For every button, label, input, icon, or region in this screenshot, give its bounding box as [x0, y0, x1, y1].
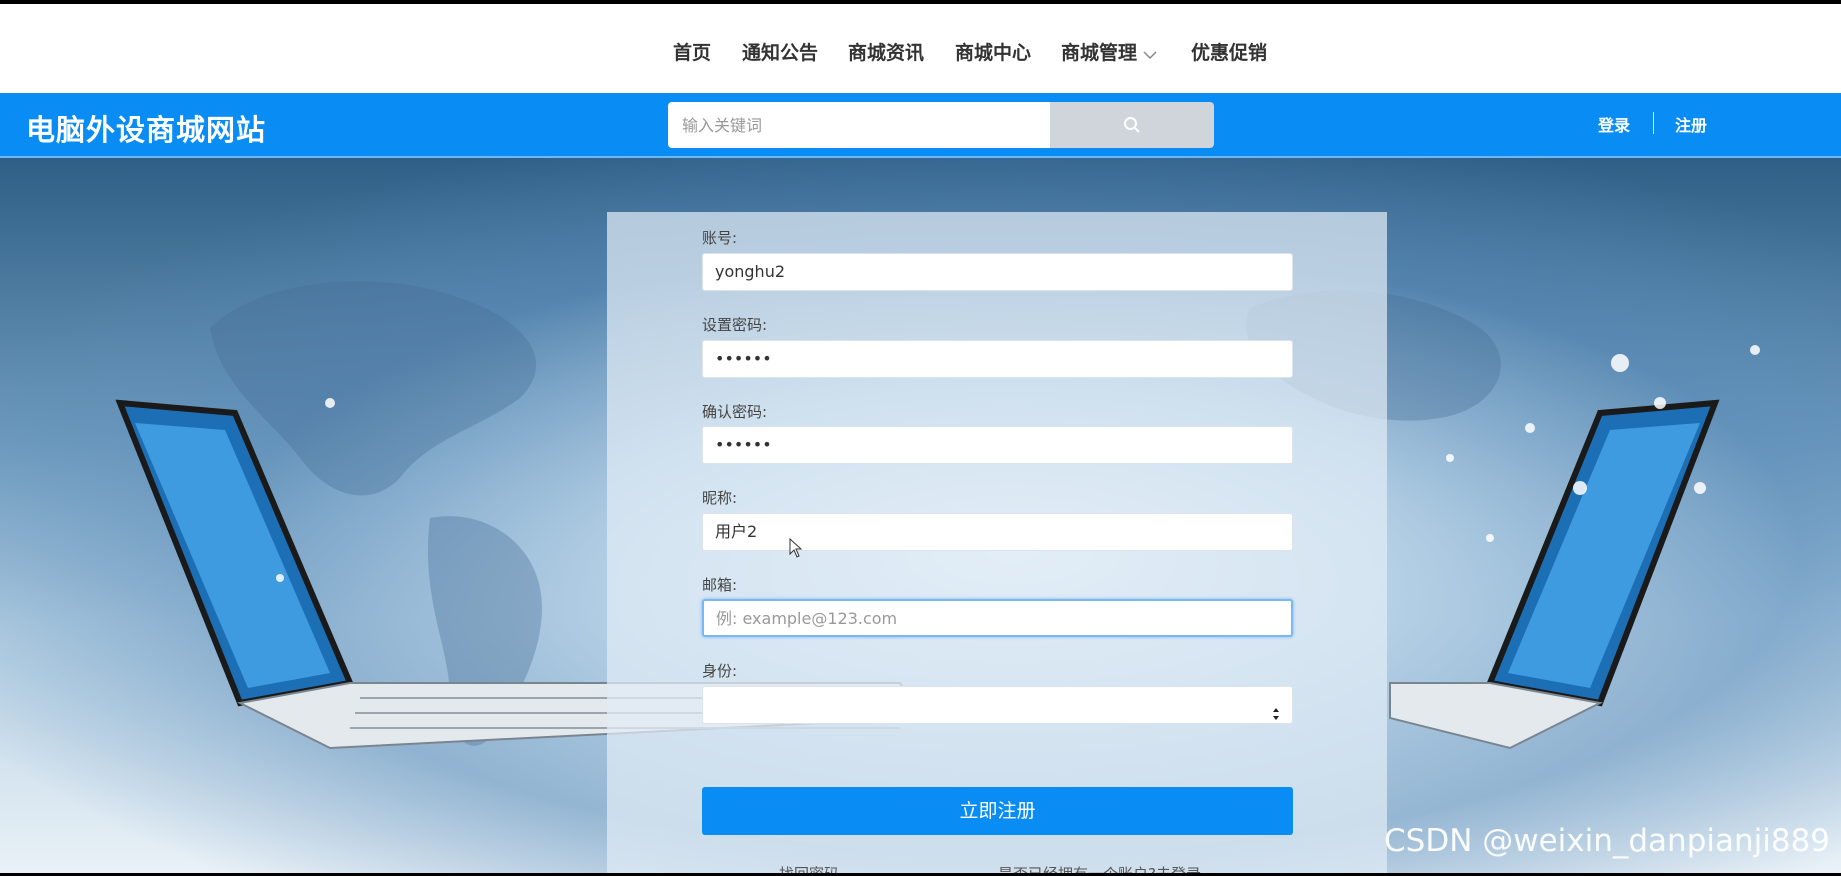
nav-item-home[interactable]: 首页	[673, 38, 711, 65]
confirm-password-label: 确认密码:	[702, 403, 768, 421]
select-arrows-icon	[1272, 698, 1280, 734]
login-link[interactable]: 登录	[1598, 112, 1630, 136]
header-bar: 电脑外设商城网站 登录 注册	[0, 93, 1841, 158]
site-title: 电脑外设商城网站	[26, 113, 267, 147]
register-submit-button[interactable]: 立即注册	[702, 787, 1293, 835]
password-field[interactable]: ••••••	[702, 340, 1293, 378]
forgot-password-link[interactable]: 找回密码	[779, 863, 839, 873]
account-label: 账号:	[702, 229, 738, 247]
nav-item-news[interactable]: 商城资讯	[848, 38, 924, 65]
nav-item-shop-management[interactable]: 商城管理	[1061, 38, 1157, 65]
top-navigation: 首页 通知公告 商城资讯 商城中心 商城管理 优惠促销	[0, 4, 1841, 93]
nav-item-promotions[interactable]: 优惠促销	[1191, 38, 1267, 65]
identity-label: 身份:	[702, 662, 738, 680]
nav-item-shop-management-label: 商城管理	[1061, 42, 1138, 64]
search-button[interactable]	[1050, 102, 1214, 148]
email-label: 邮箱:	[702, 576, 738, 594]
watermark-text: CSDN @weixin_danpianji889	[1384, 823, 1831, 859]
nav-item-notices[interactable]: 通知公告	[742, 38, 818, 65]
browser-viewport: 首页 通知公告 商城资讯 商城中心 商城管理 优惠促销 电脑外设商城网站 登录 …	[0, 4, 1841, 873]
confirm-password-field[interactable]: ••••••	[702, 426, 1293, 464]
nickname-label: 昵称:	[702, 489, 738, 507]
nav-item-shop-center[interactable]: 商城中心	[955, 38, 1031, 65]
mouse-cursor-icon	[789, 537, 803, 562]
email-field[interactable]: 例: example@123.com	[702, 599, 1293, 637]
identity-select[interactable]	[702, 686, 1293, 724]
password-label: 设置密码:	[702, 316, 768, 334]
search-input[interactable]	[668, 102, 1050, 148]
register-link[interactable]: 注册	[1675, 112, 1707, 136]
hero-background: 账号: yonghu2 设置密码: •••••• 确认密码: •••••• 昵称…	[0, 158, 1841, 873]
registration-form-panel: 账号: yonghu2 设置密码: •••••• 确认密码: •••••• 昵称…	[607, 212, 1387, 873]
account-field[interactable]: yonghu2	[702, 253, 1293, 291]
chevron-down-icon	[1143, 43, 1157, 65]
go-login-link[interactable]: 是否已经拥有一个账户?去登录	[998, 863, 1201, 873]
auth-divider	[1653, 112, 1654, 134]
